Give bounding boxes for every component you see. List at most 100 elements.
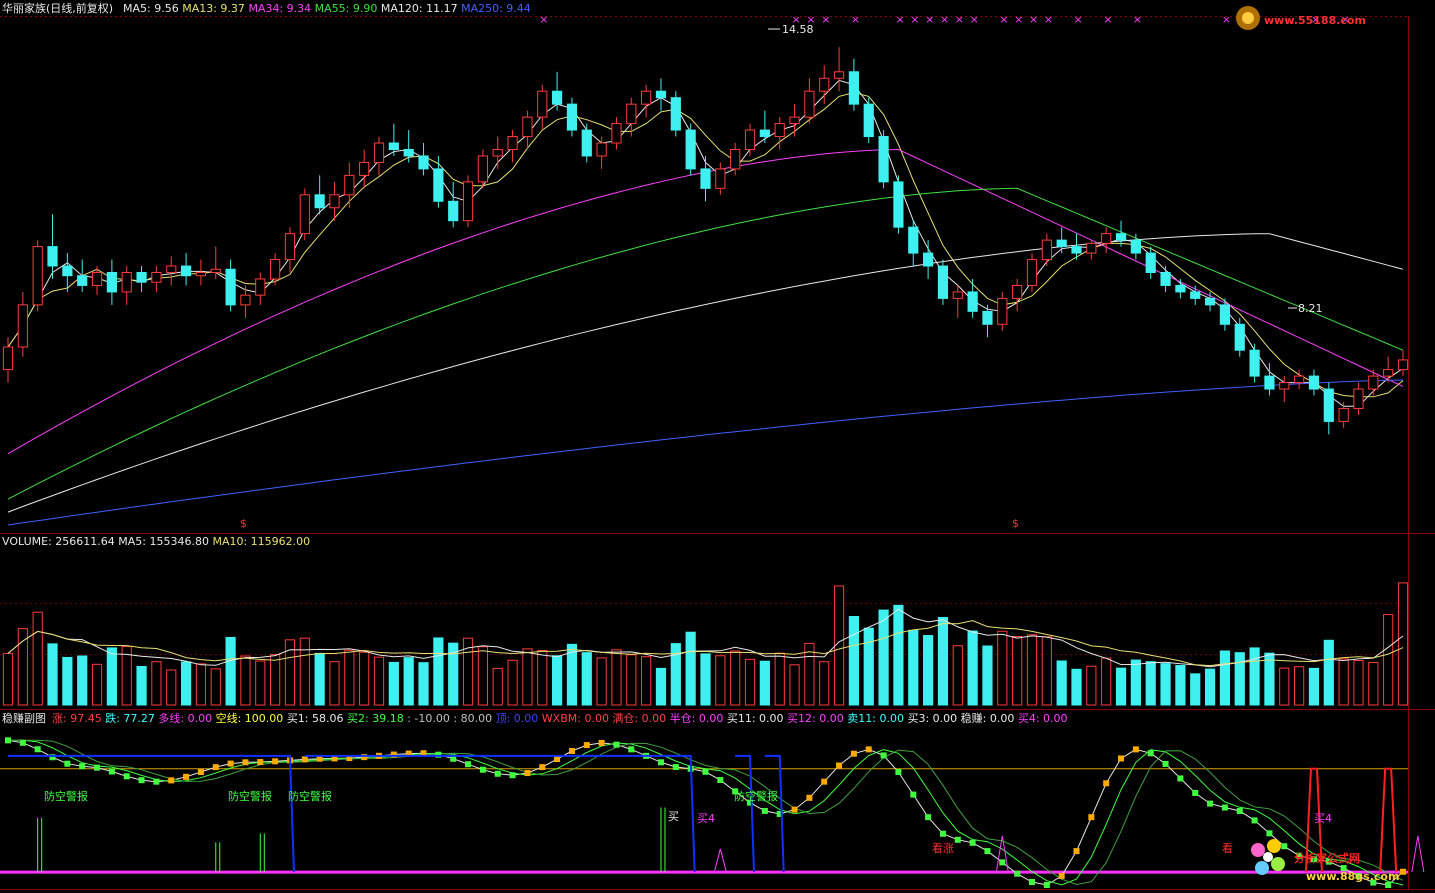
signal-mark: ×: [1103, 13, 1112, 26]
volume-bar: [1190, 673, 1201, 706]
indicator-block: [168, 777, 175, 784]
ma-label-5: MA250: 9.44: [461, 2, 531, 15]
volume-bar: [1308, 667, 1320, 706]
indicator-label-17: 买4: 0.00: [1018, 712, 1068, 725]
indicator-block: [761, 807, 768, 814]
signal-mark: ×: [955, 13, 964, 26]
look-label: 看: [1222, 841, 1233, 855]
indicator-block: [257, 759, 264, 766]
volume-bar: [982, 645, 993, 706]
candle: [1219, 304, 1231, 325]
volume-bar: [685, 631, 696, 706]
candle: [1204, 297, 1216, 306]
candle: [581, 129, 592, 157]
warning-label: 防空警报: [288, 789, 332, 803]
stock-chart[interactable]: ×××××××××××××××××××××× 14.58 8.21 $ $ 防空…: [0, 0, 1435, 893]
indicator-block: [227, 760, 234, 767]
volume-bar: [225, 636, 236, 706]
candle: [655, 90, 667, 99]
signal-mark: ×: [821, 13, 830, 26]
candle: [373, 142, 385, 163]
indicator-block: [1118, 755, 1125, 762]
ma250-line: [7, 379, 1404, 526]
indicator-block: [568, 747, 575, 754]
moving-average-lines: [7, 79, 1404, 526]
candle: [106, 272, 117, 293]
price-header: 华丽家族(日线,前复权) MA5: 9.56 MA13: 9.37 MA34: …: [2, 1, 531, 15]
volume-bar: [106, 647, 117, 706]
volume-label-0: VOLUME: 256611.64: [2, 535, 118, 548]
volume-bar: [1130, 659, 1141, 706]
indicator-label-3: 空线: 100.00: [216, 711, 287, 725]
indicator-block: [1147, 750, 1154, 757]
indicator-block: [806, 794, 813, 801]
indicator-block: [939, 830, 946, 837]
indicator-block: [272, 758, 279, 765]
volume-bar: [819, 661, 830, 706]
indicator-block: [672, 764, 679, 771]
candle: [299, 194, 310, 235]
candle: [477, 155, 488, 183]
indicator-block: [524, 770, 531, 777]
warning-bar: [37, 817, 43, 873]
volume-bar: [1383, 614, 1394, 706]
candle: [923, 252, 934, 267]
candle: [180, 265, 192, 277]
candle: [32, 246, 43, 306]
indicator-block: [153, 778, 160, 785]
signal-mark: ×: [1074, 13, 1083, 26]
warning-bar: [259, 833, 265, 873]
candle: [1071, 246, 1082, 254]
buy4-label: 买4: [1314, 812, 1332, 825]
signal-mark: ×: [910, 13, 919, 26]
signal-mark: ×: [895, 13, 904, 26]
volume-bar: [433, 637, 444, 706]
warning-label: 防空警报: [44, 789, 88, 803]
volume-header: VOLUME: 256611.64 MA5: 155346.80 MA10: 1…: [2, 535, 310, 548]
volume-bar: [1115, 667, 1127, 706]
volume-bar: [62, 656, 73, 706]
price-panel-title: 华丽家族(日线,前复权): [2, 1, 113, 15]
volume-bar: [91, 663, 103, 706]
volume-bar: [1175, 665, 1186, 706]
indicator-label-10: 满仓: 0.00: [612, 711, 669, 725]
candle: [403, 148, 414, 157]
candle: [759, 129, 770, 138]
candle: [1115, 233, 1127, 241]
volume-bar: [863, 627, 874, 706]
watermark-bottom-cn: 分析家公式网: [1294, 851, 1360, 865]
signal-mark: ×: [1014, 13, 1023, 26]
candle: [314, 194, 325, 209]
candle: [1041, 239, 1052, 261]
volume-bar: [700, 653, 711, 706]
candle: [596, 142, 607, 157]
candle: [522, 116, 533, 138]
candle: [1086, 242, 1097, 254]
half-position-signal: [713, 848, 727, 873]
indicator-label-5: 买2: 39.18: [347, 712, 407, 725]
indicator-block: [850, 750, 857, 757]
volume-bar: [299, 637, 310, 706]
volume-bar: [180, 661, 192, 706]
candle: [1160, 272, 1171, 286]
indicator-block: [880, 752, 887, 759]
volume-bar: [195, 663, 207, 706]
signal-mark: ×: [940, 13, 949, 26]
candle: [284, 233, 296, 261]
indicator-label-14: 卖11: 0.00: [847, 712, 907, 725]
warning-label: 防空警报: [734, 789, 778, 803]
candle: [566, 103, 578, 131]
candle: [448, 200, 459, 222]
indicator-block: [19, 739, 26, 746]
indicator-block: [1266, 830, 1273, 837]
candle: [893, 181, 904, 228]
candle: [833, 71, 845, 79]
volume-bar: [1041, 636, 1052, 706]
volume-bar: [2, 652, 14, 706]
signal-mark: ×: [1222, 13, 1231, 26]
candle: [789, 116, 800, 125]
candle: [344, 174, 355, 196]
candle: [255, 278, 266, 296]
volume-bar: [166, 669, 177, 706]
indicator-label-1: 跌: 77.27: [105, 711, 158, 725]
